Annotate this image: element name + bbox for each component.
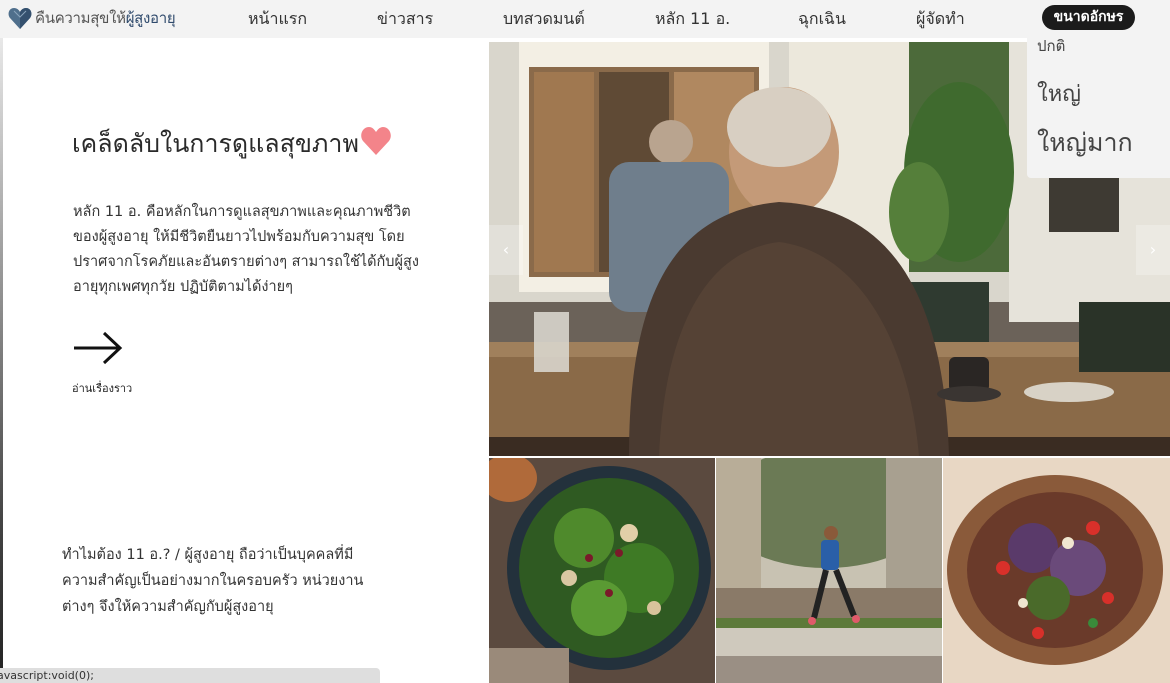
heart-icon — [361, 127, 391, 155]
salad-photo[interactable] — [489, 458, 715, 683]
nav-11-principles[interactable]: หลัก 11 อ. — [655, 7, 730, 32]
chevron-left-icon: ‹ — [502, 240, 510, 259]
salad-image — [489, 458, 715, 683]
nav-emergency[interactable]: ฉุกเฉิน — [798, 7, 846, 32]
top-navigation: คืนความสุขให้ผู้สูงอายุ หน้าแรก ข่าวสาร … — [0, 0, 1170, 38]
runner-image — [716, 458, 942, 683]
page-headline: เคล็ดลับในการดูแลสุขภาพ — [72, 129, 359, 158]
font-size-dropdown: ปกติ ใหญ่ ใหญ่มาก — [1027, 30, 1170, 178]
nav-news[interactable]: ข่าวสาร — [377, 7, 433, 32]
font-size-button[interactable]: ขนาดอักษร — [1042, 5, 1135, 30]
runner-photo[interactable] — [716, 458, 942, 683]
nav-home[interactable]: หน้าแรก — [248, 7, 307, 32]
font-size-normal[interactable]: ปกติ — [1037, 34, 1065, 58]
logo-text: คืนความสุขให้ผู้สูงอายุ — [35, 9, 176, 27]
nav-prayers[interactable]: บทสวดมนต์ — [503, 7, 585, 32]
bowl-image — [943, 458, 1170, 683]
status-bar: javascript:void(0); — [0, 668, 380, 683]
left-edge — [0, 38, 3, 683]
arrow-right-icon[interactable] — [72, 330, 124, 366]
bowl-photo[interactable] — [943, 458, 1170, 683]
font-size-extra-large[interactable]: ใหญ่มาก — [1037, 123, 1133, 163]
site-logo[interactable]: คืนความสุขให้ผู้สูงอายุ — [7, 5, 176, 31]
chevron-right-icon: › — [1149, 240, 1157, 259]
carousel-next-button[interactable]: › — [1136, 225, 1170, 275]
nav-creators[interactable]: ผู้จัดทำ — [916, 7, 965, 32]
why-paragraph: ทำไมต้อง 11 อ.? / ผู้สูงอายุ ถือว่าเป็นบ… — [62, 547, 364, 615]
carousel-prev-button[interactable]: ‹ — [489, 225, 523, 275]
intro-paragraph: หลัก 11 อ. คือหลักในการดูแลสุขภาพและคุณภ… — [73, 204, 419, 295]
read-more-link[interactable]: อ่านเรื่องราว — [72, 379, 132, 397]
heart-logo-icon — [8, 8, 32, 29]
font-size-large[interactable]: ใหญ่ — [1037, 76, 1081, 111]
